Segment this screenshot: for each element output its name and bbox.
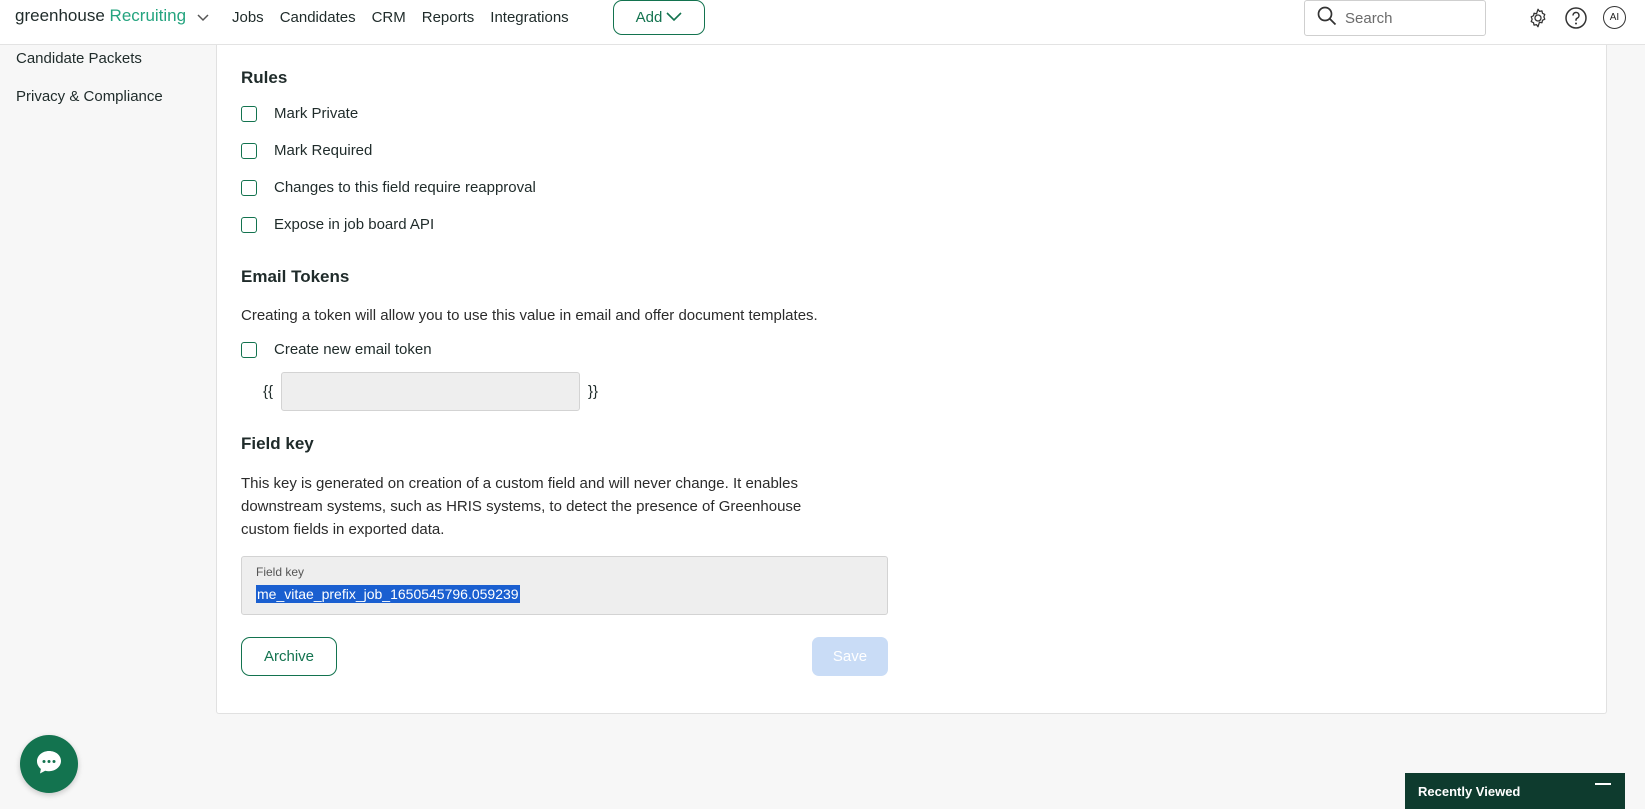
field-key-heading: Field key bbox=[241, 434, 314, 453]
create-email-token-option[interactable]: Create new email token bbox=[241, 341, 432, 358]
mark-private-checkbox[interactable] bbox=[241, 105, 257, 122]
main-nav-links: Jobs Candidates CRM Reports Integrations bbox=[232, 8, 585, 28]
nav-link-reports[interactable]: Reports bbox=[422, 8, 475, 28]
sidebar-item-candidate-packets[interactable]: Candidate Packets bbox=[16, 47, 142, 71]
mark-private-option[interactable]: Mark Private bbox=[241, 105, 358, 122]
nav-link-candidates[interactable]: Candidates bbox=[280, 8, 356, 28]
email-tokens-heading: Email Tokens bbox=[241, 267, 350, 286]
archive-button[interactable]: Archive bbox=[241, 637, 337, 676]
mark-required-label: Mark Required bbox=[274, 142, 373, 159]
brand-logo[interactable]: greenhouse Recruiting bbox=[15, 5, 209, 28]
search-input[interactable] bbox=[1345, 9, 1475, 27]
add-button-label: Add bbox=[635, 9, 663, 26]
require-reapproval-label: Changes to this field require reapproval bbox=[274, 179, 536, 196]
require-reapproval-option[interactable]: Changes to this field require reapproval bbox=[241, 179, 536, 196]
field-key-box-label: Field key bbox=[256, 565, 305, 579]
nav-link-crm[interactable]: CRM bbox=[372, 8, 406, 28]
brand-primary-text: greenhouse bbox=[15, 6, 105, 25]
field-key-description: This key is generated on creation of a c… bbox=[241, 475, 802, 538]
nav-link-jobs[interactable]: Jobs bbox=[232, 8, 264, 28]
help-icon[interactable] bbox=[1564, 6, 1588, 30]
open-brace: {{ bbox=[263, 383, 274, 400]
mark-required-option[interactable]: Mark Required bbox=[241, 142, 372, 159]
rules-heading: Rules bbox=[241, 68, 288, 87]
settings-gear-icon[interactable] bbox=[1526, 6, 1550, 30]
minimize-icon[interactable] bbox=[1595, 783, 1611, 785]
email-token-row: {{ }} bbox=[263, 372, 598, 411]
mark-private-label: Mark Private bbox=[274, 105, 359, 122]
recently-viewed-panel[interactable]: Recently Viewed bbox=[1405, 773, 1625, 809]
create-email-token-label: Create new email token bbox=[274, 341, 432, 358]
expose-api-label: Expose in job board API bbox=[274, 216, 435, 233]
chevron-down-icon[interactable] bbox=[197, 6, 209, 28]
top-navigation-bar: greenhouse Recruiting Jobs Candidates CR… bbox=[0, 0, 1645, 45]
user-avatar[interactable]: AI bbox=[1603, 6, 1626, 29]
email-token-input[interactable] bbox=[281, 372, 581, 411]
expose-api-option[interactable]: Expose in job board API bbox=[241, 216, 434, 233]
search-box[interactable] bbox=[1304, 0, 1486, 36]
custom-field-form-card: Rules Mark Private Mark Required Changes… bbox=[216, 45, 1607, 714]
create-email-token-checkbox[interactable] bbox=[241, 341, 257, 358]
mark-required-checkbox[interactable] bbox=[241, 142, 257, 159]
nav-link-integrations[interactable]: Integrations bbox=[490, 8, 568, 28]
chat-button[interactable] bbox=[20, 735, 78, 793]
brand-secondary-text: Recruiting bbox=[109, 6, 187, 25]
close-brace: }} bbox=[588, 383, 599, 400]
search-icon bbox=[1317, 6, 1337, 31]
email-tokens-description: Creating a token will allow you to use t… bbox=[241, 307, 818, 324]
require-reapproval-checkbox[interactable] bbox=[241, 179, 257, 196]
add-button[interactable]: Add bbox=[613, 0, 705, 35]
chevron-down-icon bbox=[666, 9, 682, 26]
chat-bubble-icon bbox=[35, 749, 63, 780]
sidebar-item-privacy-compliance[interactable]: Privacy & Compliance bbox=[16, 85, 166, 109]
recently-viewed-label: Recently Viewed bbox=[1418, 783, 1521, 799]
expose-api-checkbox[interactable] bbox=[241, 216, 257, 233]
save-button[interactable]: Save bbox=[812, 637, 888, 676]
field-key-box[interactable]: Field key me_vitae_prefix_job_1650545796… bbox=[241, 556, 888, 615]
field-key-value[interactable]: me_vitae_prefix_job_1650545796.059239 bbox=[256, 585, 520, 603]
